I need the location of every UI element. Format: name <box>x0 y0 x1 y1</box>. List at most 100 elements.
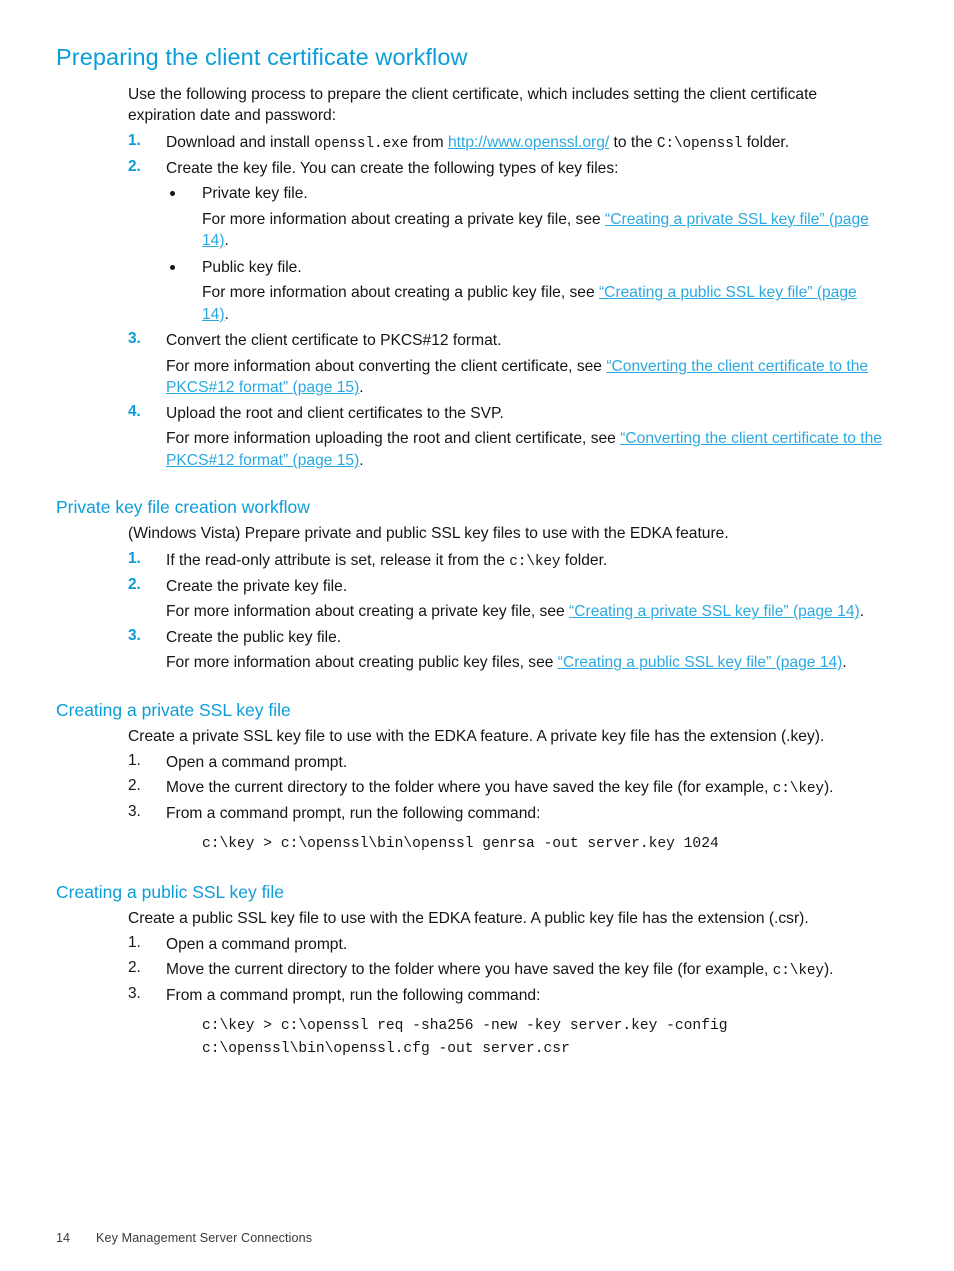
step-text: If the read-only attribute is set, relea… <box>166 551 510 569</box>
bullet-icon <box>170 264 175 270</box>
list-item: 3. Convert the client certificate to PKC… <box>128 330 884 399</box>
document-page: Preparing the client certificate workflo… <box>0 0 954 1271</box>
list-marker: 1. <box>128 752 141 770</box>
detail-text: . <box>224 232 229 250</box>
step-text: to the <box>609 133 657 151</box>
step-text: ). <box>823 778 834 796</box>
list-item-text: Upload the root and client certificates … <box>166 404 504 422</box>
inline-code: openssl.exe <box>314 135 409 152</box>
detail-text: . <box>359 379 364 397</box>
list-item-text: From a command prompt, run the following… <box>166 804 541 822</box>
list-marker: 1. <box>128 131 141 149</box>
section3-steps: 1. Open a command prompt. 2. Move the cu… <box>128 752 884 856</box>
step-detail: For more information about converting th… <box>166 356 884 399</box>
bullet-detail: For more information about creating a pr… <box>202 209 884 252</box>
list-item-text: Move the current directory to the folder… <box>166 778 834 797</box>
section3-intro: Create a private SSL key file to use wit… <box>128 727 825 745</box>
list-marker: 2. <box>128 157 141 175</box>
list-item: Private key file. For more information a… <box>166 183 884 252</box>
list-item: 2. Create the private key file. For more… <box>128 576 884 623</box>
inline-code: c:\key <box>509 553 561 570</box>
list-item: 1. Open a command prompt. <box>128 752 884 774</box>
list-item: 1. If the read-only attribute is set, re… <box>128 550 884 573</box>
step-detail: For more information uploading the root … <box>166 428 884 471</box>
bullet-label: Private key file. <box>202 185 308 203</box>
page-footer: 14 Key Management Server Connections <box>56 1231 312 1245</box>
list-marker: 2. <box>128 958 141 976</box>
key-file-types-list: Private key file. For more information a… <box>166 183 884 325</box>
list-item: 2. Create the key file. You can create t… <box>128 158 884 326</box>
cross-reference-link[interactable]: “Creating a public SSL key file” (page 1… <box>558 654 843 671</box>
list-marker: 3. <box>128 802 141 820</box>
list-item: 3. From a command prompt, run the follow… <box>128 803 884 856</box>
section2-steps: 1. If the read-only attribute is set, re… <box>128 550 884 674</box>
detail-text: For more information about creating a pr… <box>202 210 606 228</box>
section3-body: Create a private SSL key file to use wit… <box>128 726 884 856</box>
step-text: ). <box>823 960 834 978</box>
step-detail: For more information about creating a pr… <box>166 601 884 623</box>
list-marker: 2. <box>128 776 141 794</box>
list-marker: 3. <box>128 330 141 348</box>
bullet-icon <box>170 191 175 197</box>
section2-body: (Windows Vista) Prepare private and publ… <box>128 523 884 673</box>
list-marker: 1. <box>128 934 141 952</box>
command-block: c:\key > c:\openssl req -sha256 -new -ke… <box>202 1018 728 1057</box>
detail-text: For more information about creating publ… <box>166 654 558 672</box>
section1-steps: 1. Download and install openssl.exe from… <box>128 132 884 472</box>
list-item-text: Open a command prompt. <box>166 754 348 772</box>
step-text: folder. <box>742 133 790 151</box>
list-item: 3. Create the public key file. For more … <box>128 627 884 674</box>
detail-text: For more information about creating a pr… <box>166 603 570 621</box>
list-marker: 2. <box>128 575 141 593</box>
section1-body: Use the following process to prepare the… <box>128 84 884 472</box>
footer-page-number: 14 <box>56 1231 71 1245</box>
list-item: 1. Download and install openssl.exe from… <box>128 132 884 155</box>
step-text: folder. <box>560 551 608 569</box>
step-text: Move the current directory to the folder… <box>166 960 773 978</box>
bullet-label: Public key file. <box>202 258 302 276</box>
list-item-text: From a command prompt, run the following… <box>166 986 541 1004</box>
list-item: 2. Move the current directory to the fol… <box>128 777 884 800</box>
section4-intro: Create a public SSL key file to use with… <box>128 909 809 927</box>
inline-code: c:\key <box>772 962 824 979</box>
command-block: c:\key > c:\openssl\bin\openssl genrsa -… <box>202 836 719 853</box>
list-item-text: Download and install openssl.exe from ht… <box>166 133 790 152</box>
step-text: Download and install <box>166 133 315 151</box>
list-marker: 3. <box>128 984 141 1002</box>
section4-steps: 1. Open a command prompt. 2. Move the cu… <box>128 934 884 1060</box>
list-item-text: Open a command prompt. <box>166 936 348 954</box>
inline-code: C:\openssl <box>656 135 743 152</box>
section-heading-private-key-workflow: Private key file creation workflow <box>56 497 310 518</box>
section-heading-creating-private-ssl-key-file: Creating a private SSL key file <box>56 699 291 720</box>
list-marker: 3. <box>128 626 141 644</box>
list-item: Public key file. For more information ab… <box>166 257 884 326</box>
bullet-detail: For more information about creating a pu… <box>202 282 884 325</box>
section4-body: Create a public SSL key file to use with… <box>128 908 884 1061</box>
list-item: 2. Move the current directory to the fol… <box>128 959 884 982</box>
detail-text: . <box>224 305 229 323</box>
list-item-text: Create the private key file. <box>166 577 348 595</box>
list-marker: 4. <box>128 402 141 420</box>
list-item: 4. Upload the root and client certificat… <box>128 403 884 472</box>
detail-text: . <box>842 654 847 672</box>
section2-intro: (Windows Vista) Prepare private and publ… <box>128 525 729 543</box>
inline-code: c:\key <box>772 780 824 797</box>
page-title: Preparing the client certificate workflo… <box>56 44 468 70</box>
footer-title: Key Management Server Connections <box>96 1231 313 1245</box>
openssl-website-link[interactable]: http://www.openssl.org/ <box>448 134 609 151</box>
list-item-text: Create the key file. You can create the … <box>166 159 619 177</box>
list-marker: 1. <box>128 549 141 567</box>
list-item-text: Convert the client certificate to PKCS#1… <box>166 332 502 350</box>
list-item-text: Move the current directory to the folder… <box>166 960 834 979</box>
step-detail: For more information about creating publ… <box>166 652 884 674</box>
list-item: 3. From a command prompt, run the follow… <box>128 985 884 1061</box>
list-item-text: Create the public key file. <box>166 628 342 646</box>
list-item: 1. Open a command prompt. <box>128 934 884 956</box>
detail-text: For more information about converting th… <box>166 357 607 375</box>
section-heading-creating-public-ssl-key-file: Creating a public SSL key file <box>56 881 284 902</box>
step-text: from <box>408 133 448 151</box>
detail-text: For more information uploading the root … <box>166 430 621 448</box>
list-item-text: If the read-only attribute is set, relea… <box>166 551 608 570</box>
cross-reference-link[interactable]: “Creating a private SSL key file” (page … <box>569 603 860 620</box>
step-text: Move the current directory to the folder… <box>166 778 773 796</box>
